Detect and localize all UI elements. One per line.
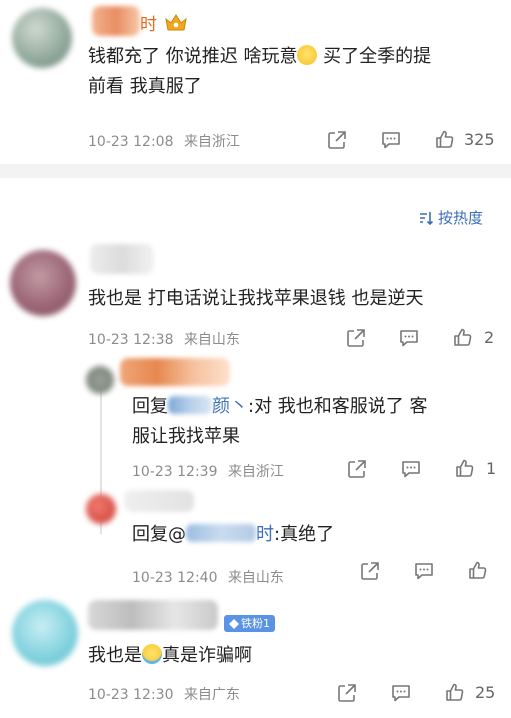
like-icon[interactable] — [454, 457, 476, 479]
reply-meta: 10-23 12:39 来自浙江 — [132, 461, 284, 481]
share-icon[interactable] — [326, 129, 348, 151]
reply-rest: :对 我也和客服说了 客 — [248, 396, 428, 417]
like-icon[interactable] — [444, 681, 466, 703]
comment-text: 我也是 打电话说让我找苹果退钱 也是逆天 — [88, 288, 424, 309]
share-icon[interactable] — [345, 327, 367, 349]
reply-location: 来自浙江 — [227, 464, 284, 480]
reply-mention-name[interactable]: 时 — [256, 524, 274, 545]
section-separator — [0, 164, 511, 178]
username-suffix[interactable]: 时 — [140, 10, 157, 35]
like-count: 325 — [464, 130, 495, 149]
share-icon[interactable] — [336, 682, 358, 704]
comment-location: 来自山东 — [183, 332, 240, 348]
comment-time: 10-23 12:38 — [88, 332, 174, 348]
reply-meta: 10-23 12:40 来自山东 — [132, 567, 284, 587]
avatar[interactable] — [12, 600, 78, 666]
reply-time: 10-23 12:40 — [132, 570, 218, 586]
sort-icon — [420, 211, 434, 225]
comment-text-a: 钱都充了 你说推迟 啥玩意 — [88, 46, 298, 67]
reply-time: 10-23 12:39 — [132, 464, 218, 480]
reply-prefix: 回复@ — [132, 524, 186, 545]
like-icon[interactable] — [467, 559, 489, 581]
reply-mention-blurred[interactable] — [186, 524, 256, 542]
diamond-icon — [229, 618, 239, 629]
comment-icon[interactable] — [390, 682, 412, 704]
share-icon[interactable] — [346, 458, 368, 480]
comment-icon[interactable] — [400, 458, 422, 480]
sort-by-hot-button[interactable]: 按热度 — [418, 207, 483, 228]
comment-meta: 10-23 12:38 来自山东 — [88, 329, 240, 349]
smile-emoji-icon — [297, 45, 318, 65]
username-blurred[interactable] — [92, 6, 140, 36]
avatar[interactable] — [10, 250, 76, 316]
like-count: 25 — [475, 683, 496, 702]
reply-text-line2: 服让我找苹果 — [132, 426, 240, 447]
username-blurred[interactable] — [90, 244, 154, 274]
comment-meta: 10-23 12:08 来自浙江 — [88, 131, 240, 151]
like-icon[interactable] — [452, 326, 474, 348]
username-blurred[interactable] — [120, 358, 230, 386]
comment-location: 来自广东 — [183, 687, 240, 703]
reply-rest: :真绝了 — [274, 524, 335, 545]
reply-location: 来自山东 — [227, 570, 284, 586]
username-blurred[interactable] — [124, 490, 194, 512]
comment-icon[interactable] — [380, 129, 402, 151]
comment-text: 我也是 真是诈骗啊 — [88, 641, 252, 671]
comment-text-a: 我也是 — [88, 645, 142, 666]
comment-location: 来自浙江 — [183, 134, 240, 150]
sort-label: 按热度 — [438, 209, 484, 227]
comment-text-line1: 钱都充了 你说推迟 啥玩意 买了全季的提 — [88, 42, 431, 72]
reply-text-line1: 回复 颜丶:对 我也和客服说了 客 — [132, 392, 428, 422]
like-icon[interactable] — [434, 128, 456, 150]
username-blurred[interactable] — [88, 600, 218, 630]
reply-mention-blurred[interactable] — [168, 396, 212, 414]
avatar[interactable] — [12, 8, 72, 68]
comment-time: 10-23 12:08 — [88, 134, 174, 150]
comment-text-b: 买了全季的提 — [317, 46, 432, 67]
comment-icon[interactable] — [398, 327, 420, 349]
avatar[interactable] — [86, 366, 114, 394]
like-count: 1 — [486, 459, 497, 478]
comment-text-line2: 前看 我真服了 — [88, 76, 202, 97]
fan-badge-label: 铁粉1 — [241, 617, 270, 630]
comment-icon[interactable] — [413, 560, 435, 582]
share-icon[interactable] — [359, 560, 381, 582]
comment-time: 10-23 12:30 — [88, 687, 174, 703]
laughing-tears-emoji-icon — [142, 644, 162, 664]
avatar[interactable] — [86, 494, 116, 524]
reply-text: 回复@ 时:真绝了 — [132, 520, 334, 550]
comment-meta: 10-23 12:30 来自广东 — [88, 684, 240, 704]
reply-mention-name[interactable]: 颜丶 — [212, 396, 248, 417]
comment-text-b: 真是诈骗啊 — [162, 645, 252, 666]
crown-icon — [164, 11, 188, 33]
like-count: 2 — [484, 328, 495, 347]
reply-prefix: 回复 — [132, 396, 168, 417]
fan-badge: 铁粉1 — [224, 615, 275, 632]
